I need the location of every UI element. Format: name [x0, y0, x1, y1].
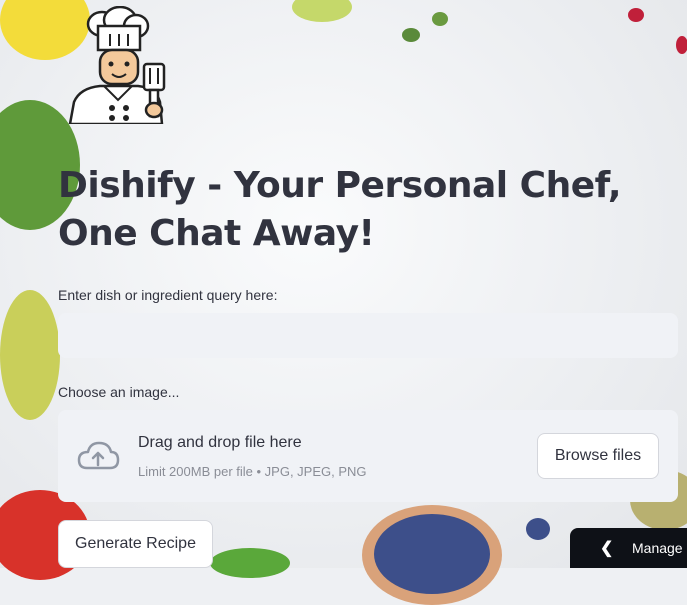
- herb-decoration-2: [432, 12, 448, 26]
- cloud-upload-icon: [76, 438, 120, 474]
- blueberries-decoration: [374, 514, 490, 594]
- herb-decoration: [402, 28, 420, 42]
- page-title: Dishify - Your Personal Chef, One Chat A…: [58, 165, 622, 254]
- query-input[interactable]: [58, 313, 678, 358]
- dropzone-title: Drag and drop file here: [138, 434, 302, 451]
- uploader-label: Choose an image...: [58, 384, 180, 400]
- generate-recipe-button[interactable]: Generate Recipe: [58, 520, 213, 568]
- berry-decoration: [628, 8, 644, 22]
- lime-decoration: [292, 0, 352, 22]
- manage-app-button[interactable]: ❮ Manage: [570, 528, 687, 568]
- berry-decoration-2: [676, 36, 687, 54]
- browse-files-button[interactable]: Browse files: [537, 433, 659, 479]
- grapes-decoration: [0, 290, 60, 420]
- pepper-decoration: [210, 548, 290, 578]
- query-label: Enter dish or ingredient query here:: [58, 287, 278, 303]
- blueberry-decoration: [526, 518, 550, 540]
- chef-icon: [60, 5, 170, 126]
- manage-label: Manage: [632, 540, 683, 556]
- dropzone-limit: Limit 200MB per file • JPG, JPEG, PNG: [138, 464, 367, 479]
- chevron-left-icon: ❮: [600, 540, 614, 557]
